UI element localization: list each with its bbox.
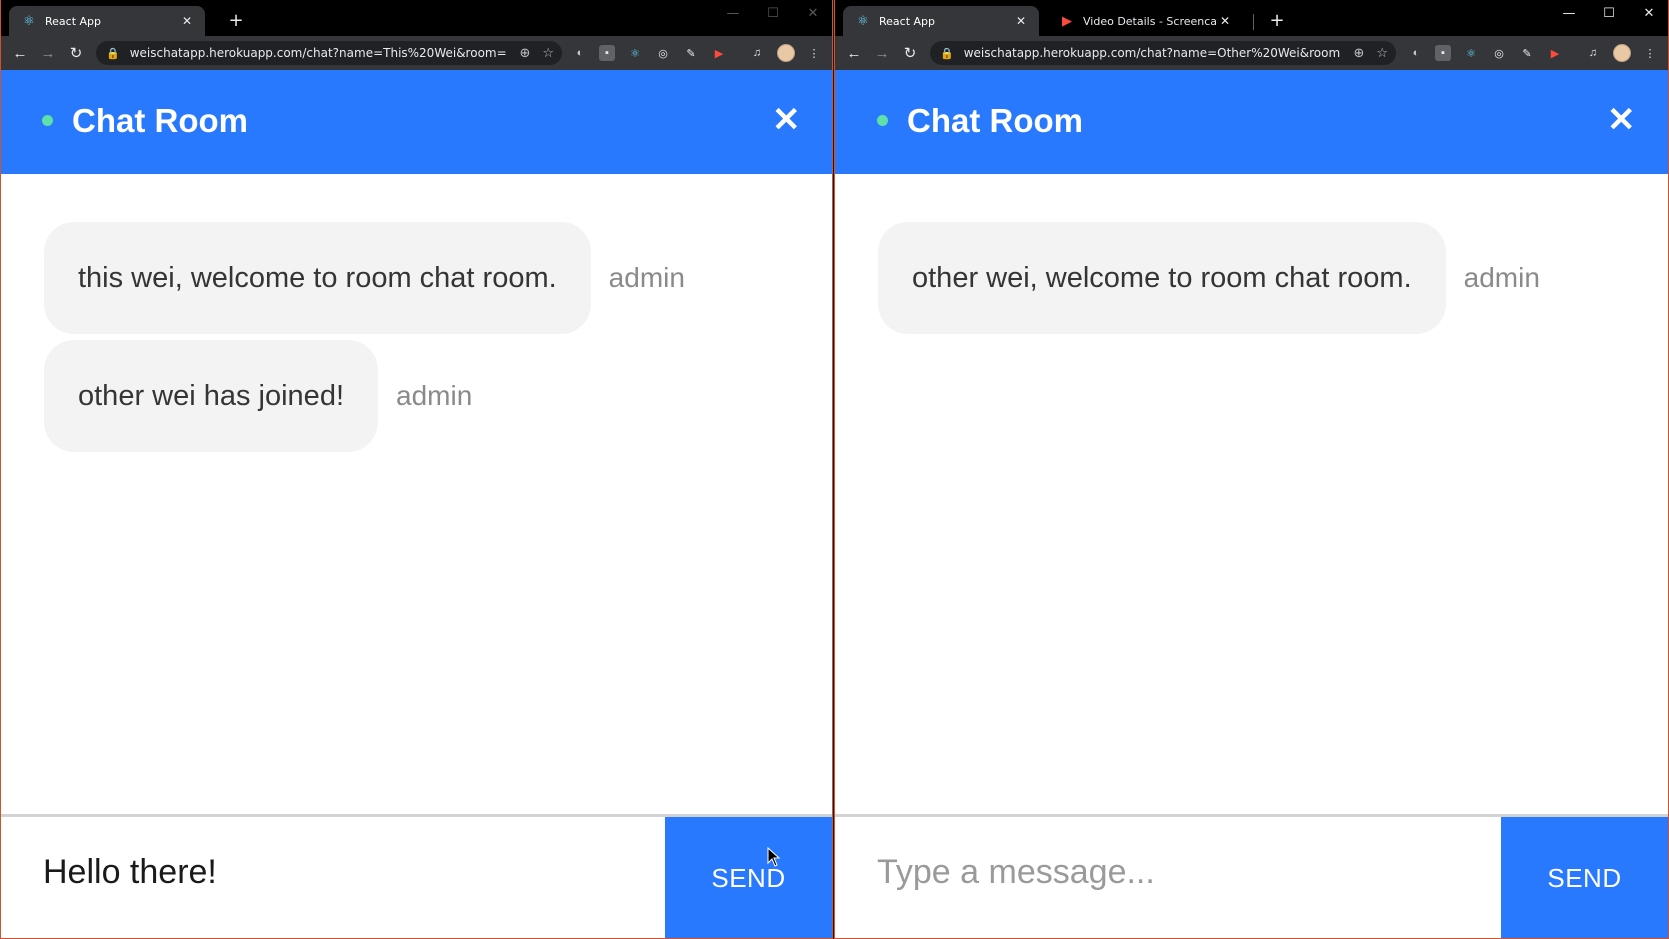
tab-react-app[interactable]: ⚛ React App ✕: [843, 6, 1039, 36]
tab-strip: ⚛ React App ✕ ▶ Video Details - Screenca…: [835, 0, 1668, 36]
zoom-icon[interactable]: ⊕: [1353, 46, 1364, 61]
close-icon[interactable]: ✕: [772, 100, 801, 140]
send-button[interactable]: SEND: [665, 817, 832, 938]
online-status-dot: [42, 115, 53, 126]
browser-window-right: ⚛ React App ✕ ▶ Video Details - Screenca…: [834, 0, 1669, 939]
lock-icon: 🔒: [940, 46, 954, 60]
extension-react-icon[interactable]: ⚛: [1463, 45, 1479, 61]
browser-toolbar: ← → ↻ 🔒 weischatapp.herokuapp.com/chat?n…: [1, 36, 832, 70]
maximize-icon[interactable]: ☐: [1597, 4, 1621, 22]
close-icon[interactable]: ✕: [1217, 13, 1233, 29]
tab-title: React App: [45, 14, 102, 28]
star-icon[interactable]: ☆: [542, 46, 554, 61]
message-list: other wei, welcome to room chat room. ad…: [835, 174, 1668, 814]
message-input[interactable]: [43, 853, 623, 892]
reload-icon[interactable]: ↻: [900, 43, 920, 63]
screencastify-icon: ▶: [1062, 13, 1072, 29]
extension-compass-icon[interactable]: ◐: [1408, 45, 1424, 61]
message-sender: admin: [608, 262, 685, 293]
lock-icon: 🔒: [106, 46, 120, 60]
mouse-cursor-icon: [767, 847, 781, 867]
close-icon[interactable]: ✕: [1013, 13, 1029, 29]
screen: ⚛ React App ✕ + — ☐ ✕ ← → ↻ 🔒 weischatap…: [0, 0, 1669, 939]
browser-window-left: ⚛ React App ✕ + — ☐ ✕ ← → ↻ 🔒 weischatap…: [0, 0, 833, 939]
message-item: other wei has joined! admin: [44, 340, 472, 452]
tab-react-app[interactable]: ⚛ React App ✕: [9, 6, 205, 36]
react-icon: ⚛: [857, 13, 869, 29]
message-sender: admin: [396, 380, 473, 411]
tab-separator: [1253, 14, 1254, 30]
message-composer: SEND: [835, 814, 1668, 938]
message-sender: admin: [1463, 262, 1540, 293]
chat-header: Chat Room ✕: [1, 70, 832, 174]
maximize-icon[interactable]: ☐: [761, 4, 785, 22]
tab-title: React App: [879, 14, 936, 28]
minimize-icon[interactable]: —: [721, 4, 745, 22]
message-composer: SEND: [1, 814, 832, 938]
media-icon[interactable]: ♫: [749, 45, 765, 61]
message-input[interactable]: [877, 853, 1457, 892]
address-bar[interactable]: 🔒 weischatapp.herokuapp.com/chat?name=Th…: [96, 41, 562, 65]
screencastify-icon[interactable]: ▶: [1547, 45, 1563, 61]
message-bubble: this wei, welcome to room chat room.: [44, 222, 591, 334]
extension-pen-icon[interactable]: ✎: [1519, 45, 1535, 61]
back-arrow-icon[interactable]: ←: [844, 43, 864, 63]
chat-header: Chat Room ✕: [835, 70, 1668, 174]
extension-react-icon[interactable]: ⚛: [627, 45, 643, 61]
url-text: weischatapp.herokuapp.com/chat?name=Othe…: [963, 46, 1342, 60]
extension-compass-icon[interactable]: ◐: [572, 45, 588, 61]
extension-box-icon[interactable]: ▪: [599, 45, 615, 61]
new-tab-plus-icon[interactable]: +: [1267, 10, 1287, 31]
close-icon[interactable]: ✕: [179, 13, 195, 29]
new-tab-plus-icon[interactable]: +: [226, 10, 246, 31]
address-bar[interactable]: 🔒 weischatapp.herokuapp.com/chat?name=Ot…: [930, 41, 1396, 65]
star-icon[interactable]: ☆: [1376, 46, 1388, 61]
media-icon[interactable]: ♫: [1585, 45, 1601, 61]
url-text: weischatapp.herokuapp.com/chat?name=This…: [129, 46, 508, 60]
tab-strip: ⚛ React App ✕ + — ☐ ✕: [1, 0, 832, 36]
window-close-icon[interactable]: ✕: [1637, 4, 1661, 22]
menu-kebab-icon[interactable]: ⋮: [806, 45, 822, 61]
extension-target-icon[interactable]: ◎: [655, 45, 671, 61]
profile-avatar[interactable]: [777, 44, 795, 62]
room-title: Chat Room: [907, 102, 1083, 139]
zoom-icon[interactable]: ⊕: [519, 46, 530, 61]
profile-avatar[interactable]: [1613, 44, 1631, 62]
message-bubble: other wei has joined!: [44, 340, 378, 452]
extension-box-icon[interactable]: ▪: [1435, 45, 1451, 61]
message-list: this wei, welcome to room chat room. adm…: [1, 174, 832, 814]
extension-pen-icon[interactable]: ✎: [683, 45, 699, 61]
react-icon: ⚛: [23, 13, 35, 29]
message-bubble: other wei, welcome to room chat room.: [878, 222, 1446, 334]
minimize-icon[interactable]: —: [1557, 4, 1581, 22]
window-close-icon[interactable]: ✕: [801, 4, 825, 22]
menu-kebab-icon[interactable]: ⋮: [1642, 45, 1658, 61]
send-button[interactable]: SEND: [1501, 817, 1668, 938]
room-title: Chat Room: [72, 102, 248, 139]
extension-target-icon[interactable]: ◎: [1491, 45, 1507, 61]
online-status-dot: [877, 115, 888, 126]
browser-toolbar: ← → ↻ 🔒 weischatapp.herokuapp.com/chat?n…: [835, 36, 1668, 70]
close-icon[interactable]: ✕: [1607, 100, 1636, 140]
back-arrow-icon[interactable]: ←: [10, 43, 30, 63]
forward-arrow-icon[interactable]: →: [872, 43, 892, 63]
screencastify-icon[interactable]: ▶: [711, 45, 727, 61]
message-item: other wei, welcome to room chat room. ad…: [878, 222, 1540, 334]
message-item: this wei, welcome to room chat room. adm…: [44, 222, 685, 334]
reload-icon[interactable]: ↻: [66, 43, 86, 63]
tab-title: Video Details - Screencastify: [1083, 14, 1217, 28]
tab-screencastify[interactable]: ▶ Video Details - Screencastify ✕: [1047, 6, 1243, 36]
forward-arrow-icon[interactable]: →: [38, 43, 58, 63]
